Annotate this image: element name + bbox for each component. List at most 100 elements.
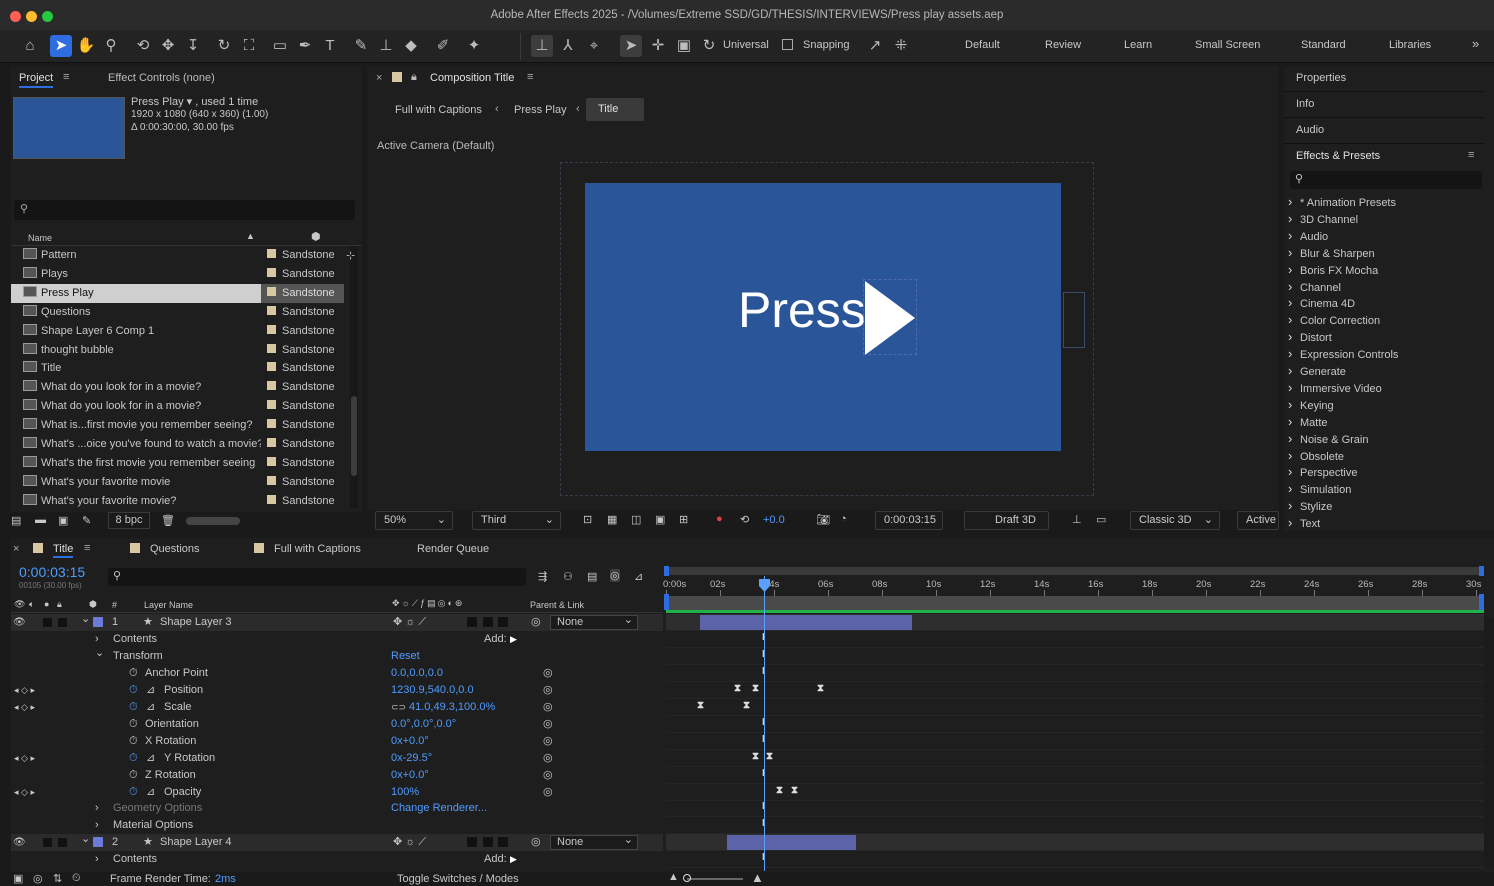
zoom-window-button[interactable] — [42, 11, 53, 22]
info-panel-tab[interactable]: Info — [1296, 98, 1314, 110]
track-row[interactable] — [666, 614, 1484, 631]
label-column-tag-icon[interactable]: ⬢ — [311, 230, 321, 243]
shy-layers-icon[interactable]: ⚇ — [563, 570, 573, 583]
new-comp-icon[interactable]: ▣ — [58, 514, 68, 527]
keyframe-navigator[interactable]: ◂ ◇ ▸ — [14, 750, 35, 767]
workspace-default[interactable]: Default — [965, 39, 1000, 51]
property-row[interactable]: › Contents Add: ▶ — [11, 851, 663, 868]
keyframe-navigator[interactable]: ◂ ◇ ▸ — [14, 699, 35, 716]
track-row[interactable]: I — [666, 767, 1484, 784]
item-name[interactable]: Press Play ▾ , used 1 time — [131, 95, 258, 108]
transparency-grid-icon[interactable]: ▦ — [607, 513, 617, 526]
layer-name-header[interactable]: Layer Name — [144, 600, 193, 610]
property-value[interactable]: 0x+0.0° — [391, 767, 429, 784]
work-area-bar[interactable] — [666, 567, 1484, 575]
dolly-camera-icon[interactable]: ↧ — [182, 35, 204, 57]
audio-icon[interactable]: 🔈︎ — [29, 599, 34, 610]
track-row[interactable]: I — [666, 817, 1484, 835]
project-item[interactable]: Title Sandstone — [11, 359, 344, 378]
composition-tab[interactable]: Composition Title — [430, 72, 514, 84]
layer-duration-bar[interactable] — [727, 835, 856, 851]
workspace-libraries[interactable]: Libraries — [1389, 39, 1431, 51]
motion-blur-icon[interactable]: ◎ — [610, 569, 620, 582]
label-swatch[interactable] — [267, 343, 276, 353]
timeline-layer-row[interactable]: 👁︎ ⌄ 1 ★ Shape Layer 3 ✥ ☼ ⟋ ◎ None ⌄ — [11, 613, 663, 631]
timeline-tab-full-with-captions[interactable]: Full with Captions — [274, 543, 361, 555]
track-row[interactable]: I — [666, 631, 1484, 648]
label-swatch[interactable] — [267, 438, 276, 447]
project-item[interactable]: What's ...oice you've found to watch a m… — [11, 435, 344, 454]
grid-guides-icon[interactable]: ⊞ — [679, 513, 688, 526]
timeline-layer-row[interactable]: 👁︎ ⌄ 2 ★ Shape Layer 4 ✥ ☼ ⟋ ◎ None ⌄ — [11, 833, 663, 852]
property-value[interactable]: 0x-29.5° — [391, 750, 432, 767]
renderer-dropdown[interactable]: Classic 3D ⌄ — [1130, 511, 1220, 530]
expression-pickwhip-icon[interactable]: ◎ — [543, 784, 553, 801]
layer-name[interactable]: Shape Layer 3 — [160, 614, 232, 631]
audio-panel-tab[interactable]: Audio — [1296, 124, 1324, 136]
channel-icon[interactable]: ● — [716, 513, 723, 525]
workspace-learn[interactable]: Learn — [1124, 39, 1152, 51]
property-row[interactable]: ◂ ◇ ▸ ⏱︎ ⊿ Y Rotation 0x-29.5° ◎ — [11, 750, 663, 767]
project-item[interactable]: What do you look for in a movie? Sandston… — [11, 378, 344, 397]
graph-icon[interactable]: ⊿ — [146, 750, 155, 767]
zoom-tool-icon[interactable]: ⚲ — [100, 35, 122, 57]
project-item[interactable]: Shape Layer 6 Comp 1 Sandstone — [11, 322, 344, 341]
crumb-title[interactable]: Title — [586, 98, 644, 121]
project-item[interactable]: Pattern Sandstone — [11, 246, 344, 265]
property-row[interactable]: ◂ ◇ ▸ ⏱︎ ⊿ Position 1230.9,540.0,0.0 ◎ — [11, 682, 663, 699]
zoom-out-icon[interactable]: ▲ — [668, 871, 679, 883]
close-tab-icon[interactable]: × — [376, 72, 382, 84]
label-swatch[interactable] — [267, 419, 276, 429]
track-row[interactable]: I — [666, 716, 1484, 733]
3d-select-icon[interactable]: ➤ — [620, 35, 642, 57]
property-row[interactable]: › Contents Add: ▶ — [11, 631, 663, 648]
pickwhip-icon[interactable]: ◎ — [531, 614, 541, 631]
keyframe-icon[interactable]: ⧗ — [697, 700, 704, 711]
project-item[interactable]: What do you look for in a movie? Sandston… — [11, 397, 344, 416]
stopwatch-icon[interactable]: ⏱︎ — [129, 750, 138, 767]
property-value[interactable]: Reset — [391, 648, 420, 665]
timeline-tab-questions[interactable]: Questions — [150, 543, 200, 555]
label-swatch[interactable] — [267, 362, 276, 372]
timeline-menu-icon[interactable]: ≡ — [84, 542, 90, 554]
close-window-button[interactable] — [10, 11, 21, 22]
add-property-button[interactable]: Add: — [484, 631, 507, 648]
region-of-interest-icon[interactable]: ▣ — [655, 513, 665, 526]
project-item[interactable]: Press Play Sandstone — [11, 283, 344, 303]
expression-pickwhip-icon[interactable]: ◎ — [543, 733, 553, 750]
effect-category[interactable]: › 3D Channel — [1288, 210, 1484, 227]
expression-pickwhip-icon[interactable]: ◎ — [543, 682, 553, 699]
layer-name[interactable]: Shape Layer 4 — [160, 834, 232, 851]
effect-category[interactable]: › Stylize — [1288, 497, 1484, 514]
keyframe-icon[interactable]: ⧗ — [776, 785, 783, 796]
parent-dropdown[interactable]: None ⌄ — [550, 834, 638, 851]
fast-preview-icon[interactable]: ⊡ — [583, 513, 592, 526]
view-axis-icon[interactable]: ⌖ — [583, 35, 605, 57]
selection-tool-icon[interactable]: ➤ — [50, 35, 72, 57]
rectangle-tool-icon[interactable]: ▭ — [269, 35, 291, 57]
local-axis-icon[interactable]: ⊥ — [531, 35, 553, 57]
render-queue-tab[interactable]: Render Queue — [417, 543, 489, 555]
magnification-dropdown[interactable]: 50% ⌄ — [375, 511, 453, 530]
add-icon[interactable]: ▶ — [510, 631, 517, 648]
3d-rotate-icon[interactable]: ↻ — [698, 35, 720, 57]
work-area-start-handle[interactable] — [664, 566, 669, 576]
extended-viewer-icon[interactable]: ▭ — [1096, 513, 1106, 526]
av-eye-icon[interactable]: 👁︎ — [14, 599, 25, 610]
pen-tool-icon[interactable]: ✒ — [294, 35, 316, 57]
stopwatch-icon[interactable]: ⏱︎ — [129, 784, 138, 801]
add-icon[interactable]: ▶ — [510, 851, 517, 868]
interpret-footage-icon[interactable]: ▤ — [11, 514, 21, 527]
3d-move-icon[interactable]: ✛ — [647, 35, 669, 57]
keyframe-icon[interactable]: ⧗ — [734, 683, 741, 694]
playhead-handle-icon[interactable] — [759, 579, 770, 592]
work-area-marker[interactable] — [664, 594, 669, 610]
lock-icon[interactable]: 🔒︎ — [411, 71, 417, 84]
lock-column-icon[interactable]: 🔒︎ — [57, 599, 62, 610]
puppet-pin-icon[interactable]: ✦ — [463, 35, 485, 57]
effects-search-input[interactable]: ⚲ — [1290, 171, 1482, 189]
twirl-down-icon[interactable]: ⌄ — [95, 645, 104, 662]
solo-icon[interactable]: ● — [44, 599, 49, 609]
properties-panel-tab[interactable]: Properties — [1296, 72, 1346, 84]
effect-category[interactable]: › Distort — [1288, 328, 1484, 345]
